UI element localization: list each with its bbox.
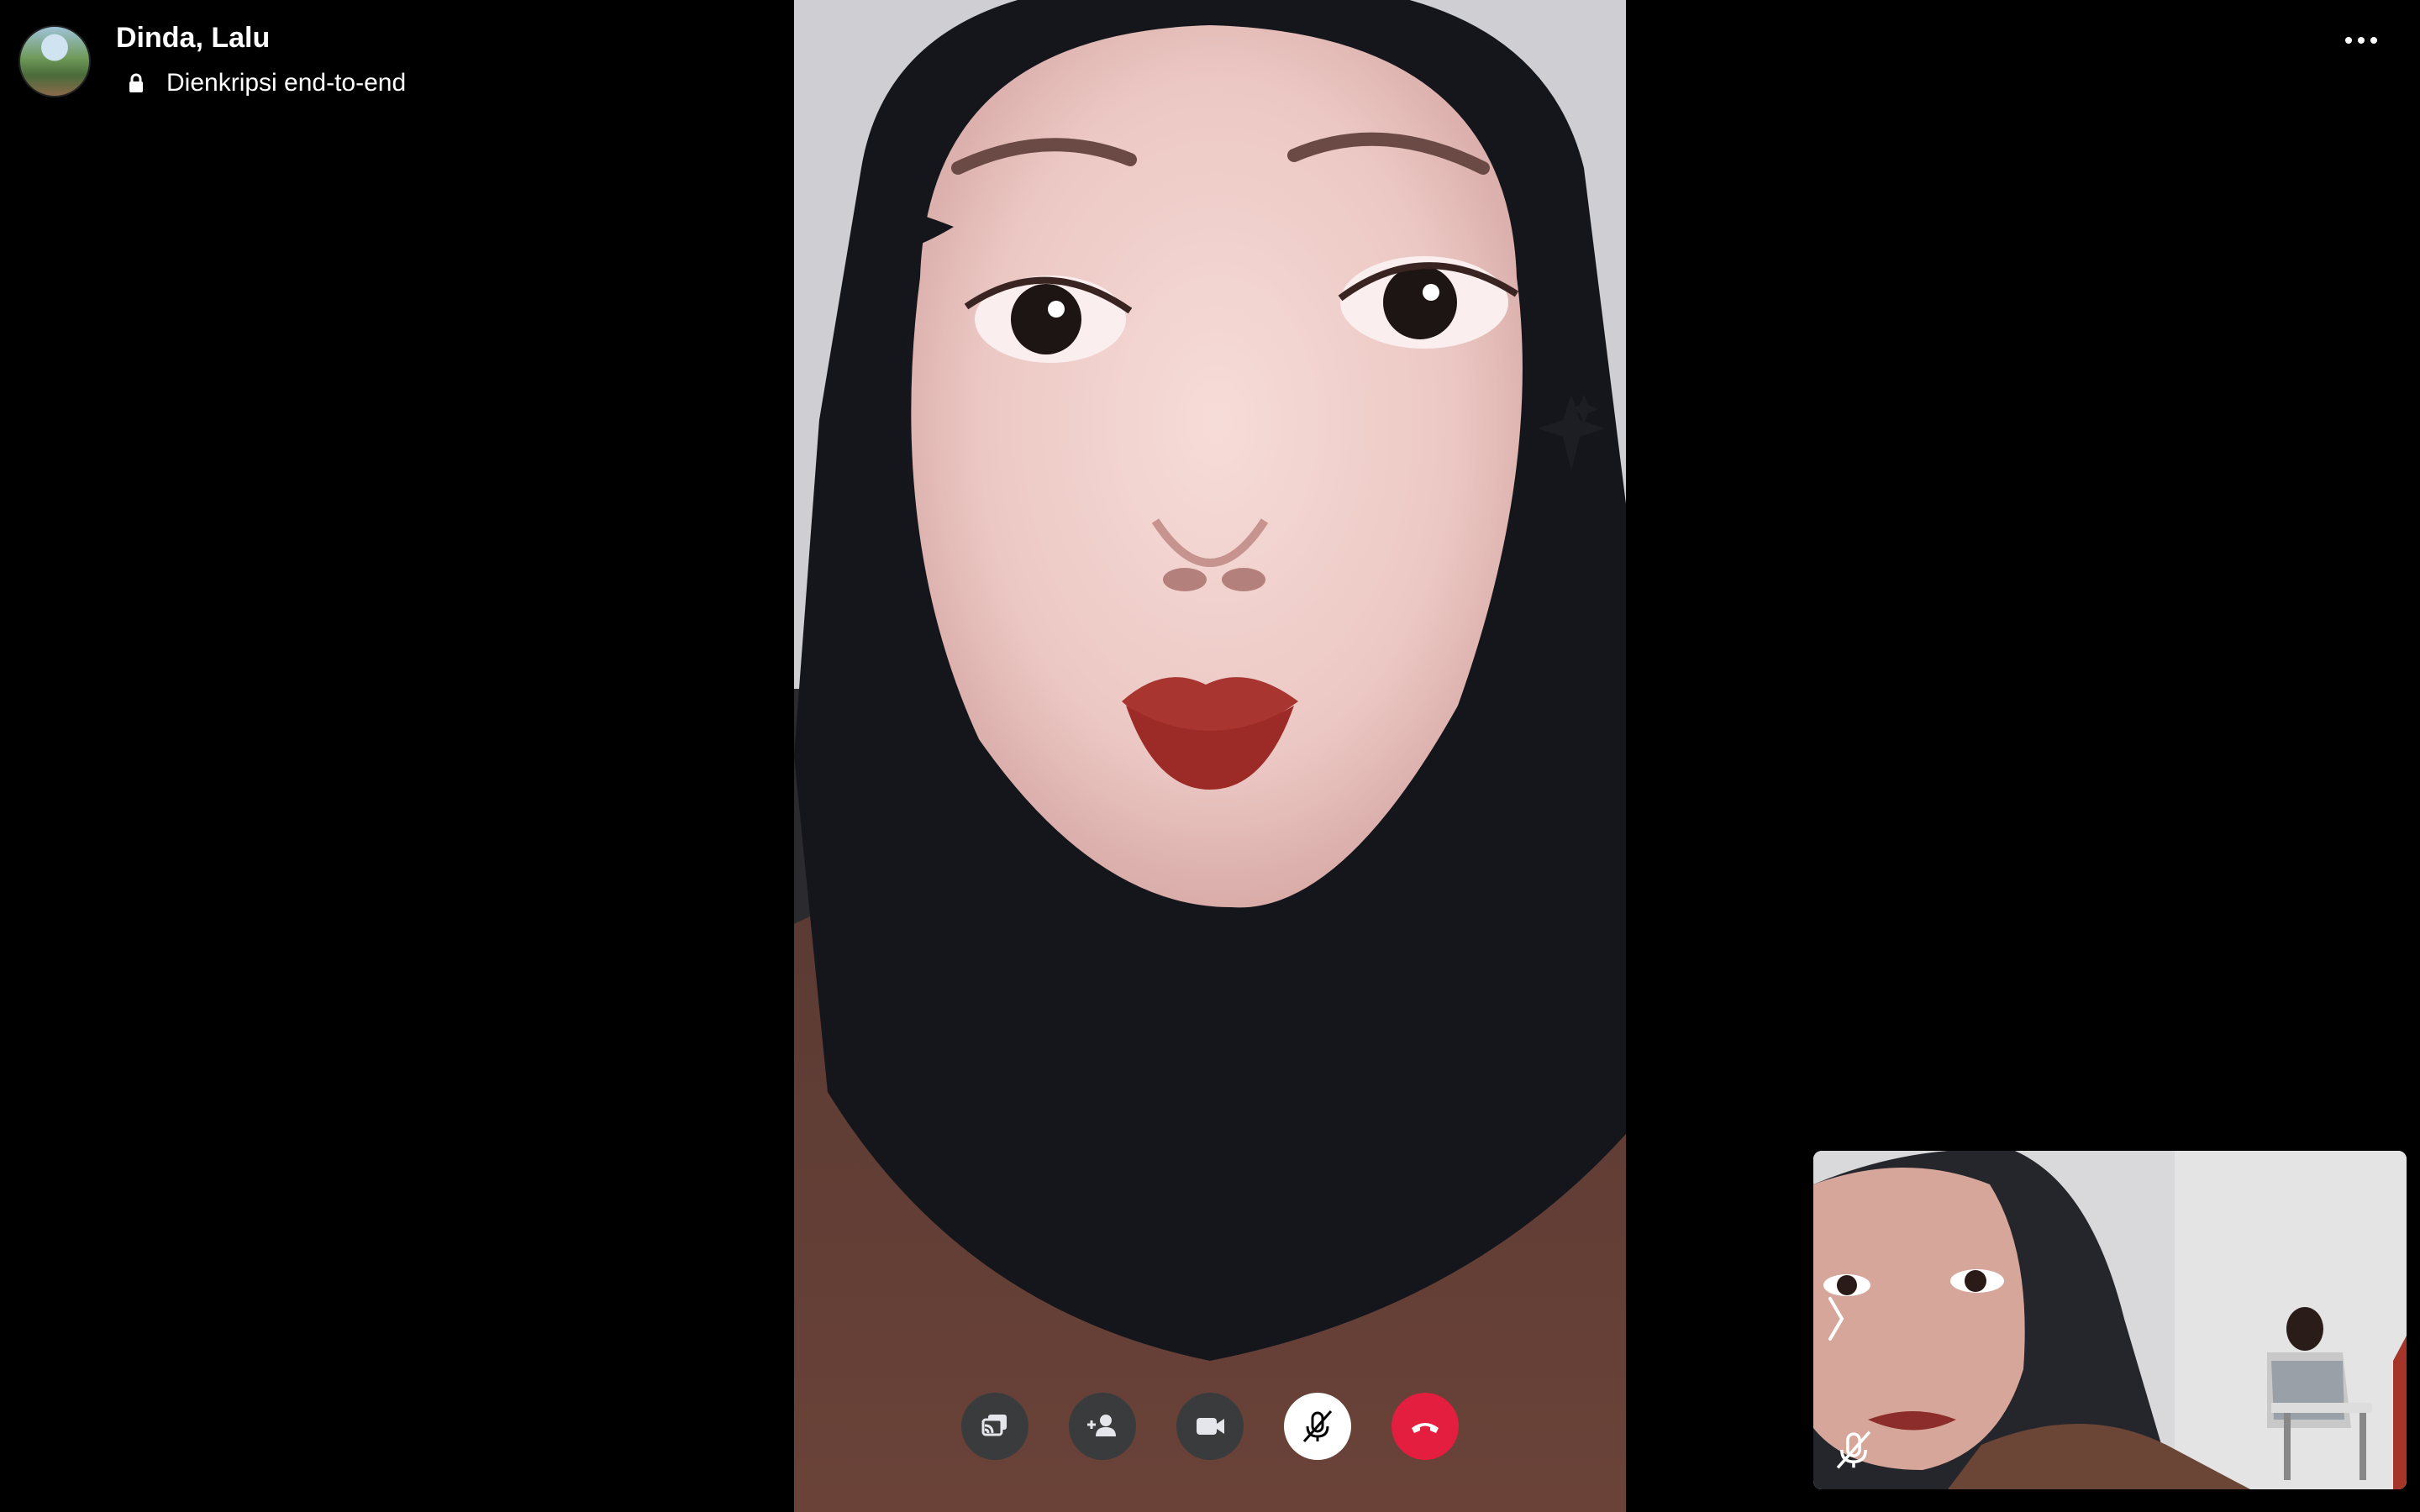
more-options-icon — [2345, 37, 2352, 44]
more-options-dot — [2370, 37, 2377, 44]
microphone-muted-icon — [1836, 1431, 1871, 1469]
contact-name: Dinda, Lalu — [116, 22, 271, 54]
mute-button[interactable] — [1284, 1393, 1351, 1460]
call-titles: Dinda, Lalu Dienkripsi end-to-end — [116, 22, 406, 97]
remote-participant-video — [794, 0, 1626, 1512]
lock-icon — [129, 73, 143, 92]
self-view-frame — [1813, 1151, 2407, 1489]
more-options-dot — [2358, 37, 2365, 44]
video-call-window: Dinda, Lalu Dienkripsi end-to-end — [0, 0, 2420, 1512]
microphone-muted-icon — [1302, 1410, 1333, 1442]
call-controls — [961, 1393, 1459, 1460]
avatar[interactable] — [18, 25, 91, 97]
end-call-button[interactable] — [1392, 1393, 1459, 1460]
encryption-status: Dienkripsi end-to-end — [116, 69, 406, 97]
end-call-icon — [1412, 1423, 1439, 1433]
self-view-video[interactable] — [1813, 1151, 2407, 1489]
share-screen-button[interactable] — [961, 1393, 1028, 1460]
video-camera-icon — [1197, 1418, 1224, 1435]
share-screen-icon — [981, 1415, 1007, 1436]
more-options-button[interactable] — [2328, 20, 2395, 60]
encryption-label: Dienkripsi end-to-end — [166, 69, 407, 97]
chevron-right-icon[interactable] — [1823, 1294, 1849, 1344]
call-header: Dinda, Lalu Dienkripsi end-to-end — [18, 22, 406, 97]
add-person-button[interactable] — [1069, 1393, 1136, 1460]
video-toggle-button[interactable] — [1176, 1393, 1244, 1460]
remote-video-frame — [794, 0, 1626, 1512]
add-person-icon — [1087, 1415, 1116, 1436]
